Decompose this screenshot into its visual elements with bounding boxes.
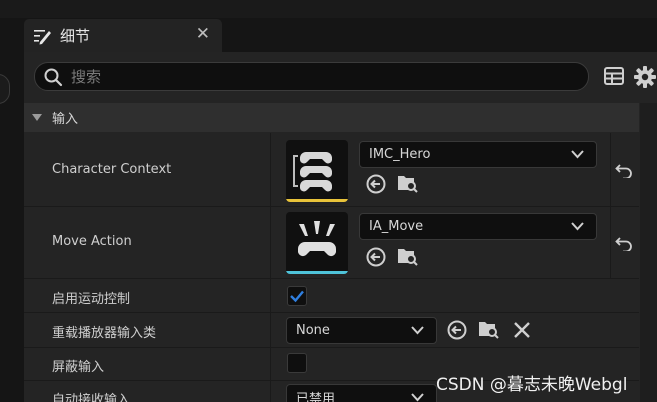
reset-column-divider — [610, 133, 611, 279]
asset-type-bar — [286, 199, 348, 202]
tab-details[interactable]: 细节 ✕ — [24, 19, 222, 52]
asset-thumbnail-context[interactable] — [286, 140, 348, 202]
category-input-header[interactable]: 输入 — [24, 103, 639, 132]
dropdown-value: None — [296, 323, 330, 338]
watermark-text: CSDN @暮志未晚Webgl — [436, 375, 628, 395]
reset-to-default-icon[interactable] — [615, 235, 633, 251]
clear-x-icon[interactable] — [513, 321, 531, 339]
context-asset-dropdown[interactable]: IMC_Hero — [359, 141, 597, 168]
input-class-dropdown[interactable]: None — [286, 317, 437, 344]
left-search-edge — [0, 74, 10, 104]
details-window: 细节 ✕ 输入 Charac — [0, 0, 657, 402]
edit-icon — [34, 29, 51, 44]
search-icon — [44, 68, 63, 86]
asset-thumbnail-action[interactable] — [286, 212, 348, 274]
settings-gear-icon[interactable] — [634, 66, 656, 88]
category-label: 输入 — [52, 112, 79, 127]
left-panel-edge — [0, 18, 24, 402]
input-mapping-context-icon — [293, 152, 332, 192]
row-label: Character Context — [52, 162, 172, 177]
asset-type-bar — [286, 271, 348, 274]
browse-asset-icon[interactable] — [397, 173, 419, 194]
dropdown-value: IMC_Hero — [369, 147, 431, 162]
collapse-triangle-icon[interactable] — [32, 114, 42, 121]
row-label: Move Action — [52, 234, 132, 249]
close-icon[interactable]: ✕ — [196, 24, 210, 44]
row-label: 自动接收输入 — [52, 393, 131, 402]
tab-title: 细节 — [60, 27, 91, 45]
input-action-icon — [298, 221, 336, 257]
chevron-down-icon — [571, 150, 584, 159]
browse-asset-icon[interactable] — [397, 246, 419, 267]
dropdown-value: IA_Move — [369, 219, 424, 234]
row-label: 屏蔽输入 — [52, 360, 105, 375]
reset-to-default-icon[interactable] — [615, 162, 633, 178]
checkmark-icon — [290, 290, 304, 303]
chevron-down-icon — [411, 326, 424, 335]
use-selected-asset-icon[interactable] — [366, 174, 386, 194]
auto-receive-input-dropdown[interactable]: 已禁用 — [286, 384, 437, 402]
action-asset-dropdown[interactable]: IA_Move — [359, 213, 597, 240]
table-view-icon[interactable] — [604, 67, 624, 85]
use-selected-asset-icon[interactable] — [366, 247, 386, 267]
column-divider — [270, 133, 271, 402]
search-input[interactable] — [71, 67, 551, 86]
dropdown-value: 已禁用 — [296, 392, 336, 402]
chevron-down-icon — [411, 393, 424, 402]
chevron-down-icon — [571, 222, 584, 231]
enable-motion-control-checkbox[interactable] — [287, 286, 307, 306]
row-label: 重载播放器输入类 — [52, 326, 157, 341]
use-selected-class-icon[interactable] — [447, 320, 467, 340]
row-label: 启用运动控制 — [52, 292, 131, 307]
block-input-checkbox[interactable] — [287, 353, 307, 373]
row-enable-motion-control: 启用运动控制 — [24, 279, 639, 313]
search-box[interactable] — [34, 62, 589, 91]
scrollbar[interactable] — [640, 103, 657, 402]
browse-class-icon[interactable] — [478, 319, 500, 340]
top-strip — [0, 0, 657, 18]
